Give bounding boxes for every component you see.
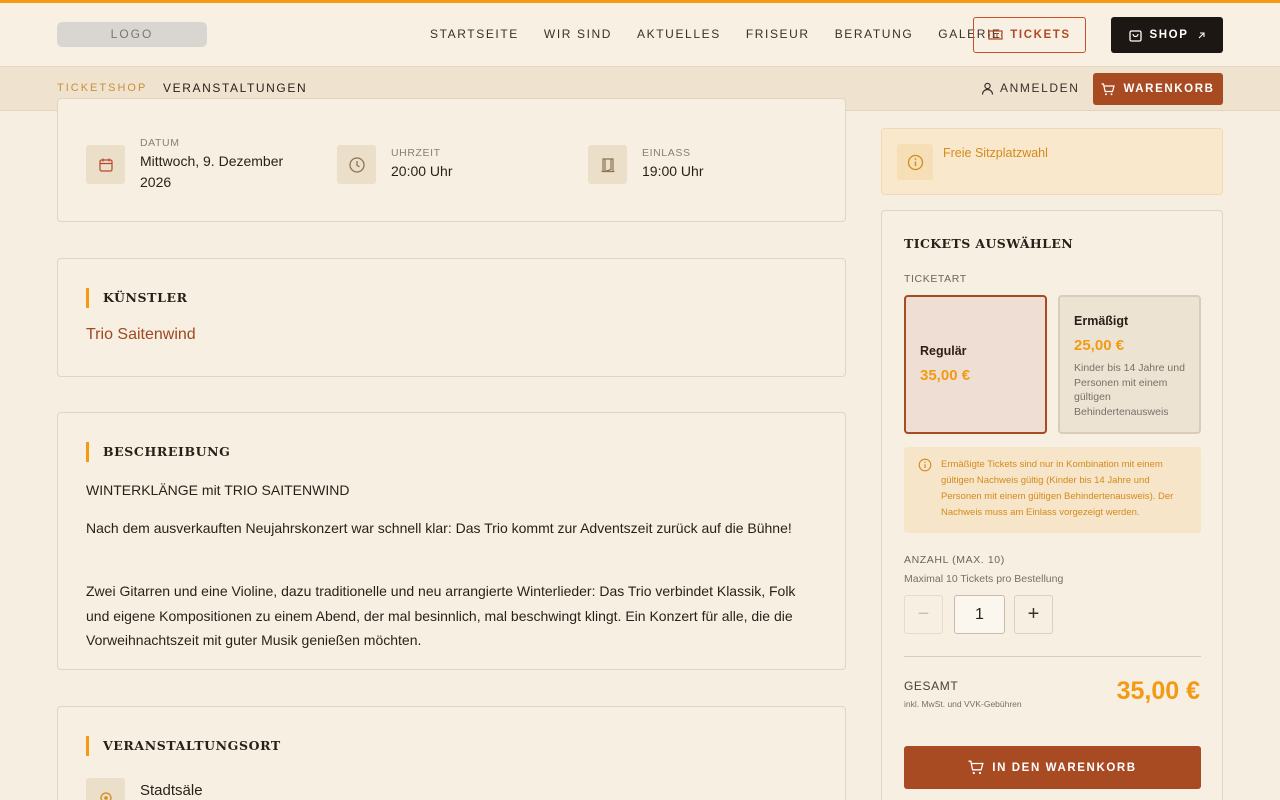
shop-button-label: SHOP	[1149, 29, 1189, 41]
login-label: ANMELDEN	[1000, 81, 1080, 95]
total-value: 35,00 €	[1116, 677, 1200, 705]
quantity-increase-button[interactable]: +	[1014, 595, 1053, 634]
nav-friseur[interactable]: FRISEUR	[746, 27, 810, 41]
info-icon-box	[897, 144, 933, 180]
ticket-option-reduced-name: Ermäßigt	[1074, 314, 1129, 328]
main-header: LOGO STARTSEITE WIR SIND AKTUELLES FRISE…	[0, 3, 1280, 67]
description-paragraph-3: Zwei Gitarren und eine Violine, dazu tra…	[86, 583, 796, 648]
tickets-button-label: TICKETS	[1010, 29, 1071, 41]
add-to-cart-button[interactable]: IN DEN WARENKORB	[904, 746, 1201, 789]
nav-wir-sind[interactable]: WIR SIND	[544, 27, 612, 41]
venue-heading: VERANSTALTUNGSORT	[86, 736, 281, 756]
plus-icon: +	[1027, 603, 1040, 625]
date-icon-box	[86, 145, 125, 184]
sub-nav-veranstaltungen[interactable]: VERANSTALTUNGEN	[163, 81, 307, 95]
time-value: 20:00 Uhr	[391, 163, 453, 179]
venue-card: VERANSTALTUNGSORT Stadtsäle	[57, 706, 846, 800]
quantity-hint: Maximal 10 Tickets pro Bestellung	[904, 573, 1064, 585]
cart-button[interactable]: WARENKORB	[1093, 73, 1223, 105]
ticket-selector-card: TICKETS AUSWÄHLEN TICKETART Regulär 35,0…	[881, 210, 1223, 800]
description-paragraph-1: WINTERKLÄNGE mit TRIO SAITENWIND	[86, 482, 350, 498]
description-card: BESCHREIBUNG WINTERKLÄNGE mit TRIO SAITE…	[57, 412, 846, 670]
ticket-type-label: TICKETART	[904, 273, 967, 285]
seating-info-card: Freie Sitzplatzwahl	[881, 128, 1223, 195]
calendar-icon	[98, 158, 113, 172]
artist-name[interactable]: Trio Saitenwind	[86, 326, 196, 344]
total-note: inkl. MwSt. und VVK-Gebühren	[904, 699, 1022, 709]
reduced-ticket-notice-text: Ermäßigte Tickets sind nur in Kombinatio…	[941, 459, 1174, 518]
external-arrow-icon	[1198, 31, 1205, 38]
login-link[interactable]: ANMELDEN	[981, 81, 1079, 95]
quantity-decrease-button[interactable]: −	[904, 595, 943, 634]
entry-label: EINLASS	[642, 147, 691, 159]
clock-icon	[348, 156, 365, 173]
quantity-label: ANZAHL (MAX. 10)	[904, 554, 1005, 566]
minus-icon: −	[917, 603, 930, 625]
venue-name: Stadtsäle	[140, 782, 203, 799]
ticket-option-regular-price: 35,00 €	[920, 367, 971, 384]
ticket-icon	[988, 30, 1003, 40]
main-nav: STARTSEITE WIR SIND AKTUELLES FRISEUR BE…	[430, 27, 1027, 41]
artist-card: KÜNSTLER Trio Saitenwind	[57, 258, 846, 377]
info-icon	[918, 458, 932, 472]
quantity-input[interactable]	[954, 595, 1005, 634]
shopping-bag-icon	[1128, 30, 1142, 42]
tickets-button[interactable]: TICKETS	[973, 17, 1086, 53]
date-label: DATUM	[140, 137, 180, 149]
logo[interactable]: LOGO	[57, 22, 207, 47]
event-details-card: DATUM Mittwoch, 9. Dezember 2026 UHRZEIT…	[57, 98, 846, 222]
nav-beratung[interactable]: BERATUNG	[835, 27, 914, 41]
door-icon	[601, 157, 614, 172]
time-icon-box	[337, 145, 376, 184]
artist-heading: KÜNSTLER	[86, 288, 188, 308]
cart-icon	[968, 760, 984, 775]
shop-button[interactable]: SHOP	[1111, 17, 1223, 53]
description-paragraph-2: Nach dem ausverkauften Neujahrskonzert w…	[86, 520, 792, 536]
add-to-cart-label: IN DEN WARENKORB	[992, 761, 1137, 774]
ticket-option-regular-name: Regulär	[920, 344, 967, 358]
user-icon	[981, 82, 994, 95]
info-icon	[907, 154, 923, 170]
total-label: GESAMT	[904, 679, 959, 693]
nav-startseite[interactable]: STARTSEITE	[430, 27, 519, 41]
time-label: UHRZEIT	[391, 147, 441, 159]
ticket-option-reduced-description: Kinder bis 14 Jahre und Personen mit ein…	[1074, 362, 1185, 418]
sub-nav-ticketshop[interactable]: TICKETSHOP	[57, 82, 147, 94]
nav-aktuelles[interactable]: AKTUELLES	[637, 27, 721, 41]
total-divider	[904, 656, 1201, 657]
ticket-option-reduced[interactable]: Ermäßigt 25,00 € Kinder bis 14 Jahre und…	[1058, 295, 1201, 434]
description-heading: BESCHREIBUNG	[86, 442, 230, 462]
reduced-ticket-notice: Ermäßigte Tickets sind nur in Kombinatio…	[904, 447, 1201, 533]
entry-icon-box	[588, 145, 627, 184]
cart-button-label: WARENKORB	[1123, 83, 1215, 95]
ticket-option-reduced-price: 25,00 €	[1074, 337, 1125, 354]
venue-icon-box	[86, 778, 125, 800]
entry-value: 19:00 Uhr	[642, 163, 704, 179]
location-pin-icon	[99, 791, 112, 800]
ticket-option-regular[interactable]: Regulär 35,00 €	[904, 295, 1047, 434]
date-value: Mittwoch, 9. Dezember 2026	[140, 153, 284, 190]
ticket-selector-title: TICKETS AUSWÄHLEN	[904, 236, 1074, 251]
seating-info-text: Freie Sitzplatzwahl	[943, 146, 1048, 160]
cart-icon	[1101, 82, 1116, 95]
